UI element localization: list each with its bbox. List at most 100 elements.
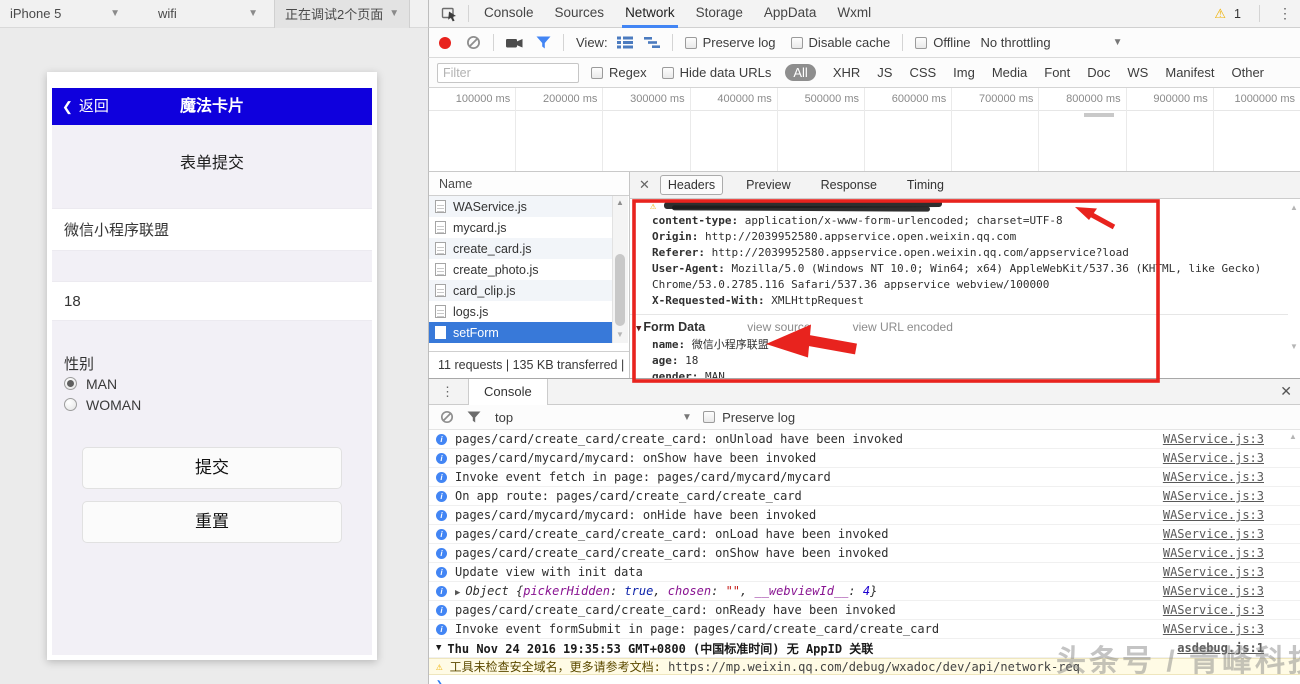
filter-icon[interactable] [536,36,551,49]
close-icon[interactable]: ✕ [1280,383,1292,400]
age-input[interactable]: 18 [52,281,372,321]
filter-type-img[interactable]: Img [953,65,975,80]
source-link[interactable]: WAService.js:3 [1163,546,1264,560]
submit-button[interactable]: 提交 [82,447,342,489]
tab-appdata[interactable]: AppData [761,0,820,28]
screenshot-capture-icon[interactable] [506,36,523,50]
execution-context-select[interactable]: top [495,410,513,425]
preserve-log-checkbox[interactable] [684,36,697,49]
view-url-encoded-link[interactable]: view URL encoded [853,319,953,335]
console-info-row[interactable]: i pages/card/create_card/create_card: onS… [429,544,1300,563]
view-source-link[interactable]: view source [747,319,810,335]
details-tab-timing[interactable]: Timing [900,176,951,194]
regex-checkbox[interactable] [591,66,603,79]
source-link[interactable]: WAService.js:3 [1163,527,1264,541]
scroll-up-icon[interactable]: ▲ [1290,203,1298,212]
radio-button[interactable] [64,398,77,411]
hide-data-urls-checkbox[interactable] [661,66,674,79]
tab-wxml[interactable]: Wxml [834,0,874,28]
console-info-row[interactable]: i Update view with init data WAService.js:… [429,563,1300,582]
details-tab-preview[interactable]: Preview [739,176,797,194]
request-row[interactable]: WAService.js [429,196,615,217]
offline-checkbox[interactable] [915,36,928,49]
view-list-icon[interactable] [616,36,633,49]
filter-type-other[interactable]: Other [1232,65,1265,80]
warning-doc-link[interactable]: https://mp.weixin.qq.com/debug/wxadoc/de… [668,660,1080,674]
tab-network[interactable]: Network [622,0,678,28]
scroll-up-icon[interactable]: ▲ [1289,432,1297,441]
name-input[interactable]: 微信小程序联盟 [52,208,372,251]
filter-input[interactable] [437,62,579,83]
source-link[interactable]: WAService.js:3 [1163,508,1264,522]
scrollbar-thumb[interactable] [615,254,625,326]
warning-icon[interactable]: ⚠ [1214,6,1226,22]
disable-cache-checkbox[interactable] [790,36,803,49]
console-prompt-icon[interactable]: ❯ [436,677,443,684]
reset-button[interactable]: 重置 [82,501,342,543]
filter-type-css[interactable]: CSS [909,65,936,80]
console-info-row[interactable]: i pages/card/mycard/mycard: onShow have b… [429,449,1300,468]
request-row[interactable]: create_photo.js [429,259,615,280]
filter-type-all[interactable]: All [785,64,816,81]
filter-type-manifest[interactable]: Manifest [1165,65,1214,80]
console-info-row[interactable]: i pages/card/create_card/create_card: onU… [429,430,1300,449]
radio-button[interactable] [64,377,77,390]
details-tab-response[interactable]: Response [814,176,884,194]
console-info-row[interactable]: i On app route: pages/card/create_card/cr… [429,487,1300,506]
scrollbar[interactable]: ▲ ▼ [1288,201,1300,351]
filter-type-ws[interactable]: WS [1127,65,1148,80]
source-link[interactable]: WAService.js:3 [1163,565,1264,579]
gender-option-woman[interactable]: WOMAN [64,394,141,415]
scroll-up-icon[interactable]: ▲ [616,198,624,207]
source-link[interactable]: WAService.js:3 [1163,603,1264,617]
drawer-menu-icon[interactable]: ⋮ [441,384,454,400]
scroll-down-icon[interactable]: ▼ [1290,342,1298,351]
request-row[interactable]: logs.js [429,301,615,322]
clear-console-icon[interactable] [440,410,454,424]
expand-triangle-icon[interactable]: ▶ [455,588,460,598]
source-link[interactable]: WAService.js:3 [1163,470,1264,484]
request-row[interactable]: card_clip.js [429,280,615,301]
device-select[interactable]: iPhone 5 ▼ [0,0,130,28]
network-overview-timeline[interactable]: 100000 ms 200000 ms 300000 ms 400000 ms 5000… [428,88,1300,172]
source-link[interactable]: WAService.js:3 [1163,432,1264,446]
console-info-row[interactable]: i pages/card/mycard/mycard: onHide have b… [429,506,1300,525]
source-link[interactable]: WAService.js:3 [1163,489,1264,503]
tab-storage[interactable]: Storage [693,0,746,28]
debug-pages-select[interactable]: 正在调试2个页面 ▼ [274,0,411,28]
collapse-triangle-icon[interactable]: ▼ [436,643,441,653]
console-preserve-log-checkbox[interactable] [703,411,716,423]
gender-option-man[interactable]: MAN [64,373,141,394]
close-icon[interactable]: ✕ [639,177,650,193]
filter-type-xhr[interactable]: XHR [833,65,860,80]
source-link[interactable]: WAService.js:3 [1163,584,1264,598]
view-waterfall-icon[interactable] [643,36,660,49]
console-info-row[interactable]: i pages/card/create_card/create_card: onR… [429,601,1300,620]
source-link[interactable]: WAService.js:3 [1163,451,1264,465]
network-type-select[interactable]: wifi ▼ [148,0,268,28]
throttling-select[interactable]: No throttling [981,35,1051,50]
filter-type-js[interactable]: JS [877,65,892,80]
details-tab-headers[interactable]: Headers [659,175,724,195]
filter-type-doc[interactable]: Doc [1087,65,1110,80]
source-link[interactable]: WAService.js:3 [1163,622,1264,636]
column-header-name[interactable]: Name [429,172,629,196]
request-row[interactable]: mycard.js [429,217,615,238]
scrollbar[interactable]: ▲ ▼ [612,196,628,343]
console-info-row[interactable]: i pages/card/create_card/create_card: onL… [429,525,1300,544]
overflow-menu-icon[interactable]: ⋮ [1278,5,1292,22]
clear-icon[interactable] [466,35,481,50]
triangle-down-icon[interactable]: ▼ [636,321,641,337]
scroll-down-icon[interactable]: ▼ [616,330,624,339]
tab-sources[interactable]: Sources [552,0,608,28]
console-info-row[interactable]: i Invoke event fetch in page: pages/card/… [429,468,1300,487]
filter-type-media[interactable]: Media [992,65,1027,80]
tab-console[interactable]: Console [481,0,537,28]
inspect-element-icon[interactable] [441,5,458,22]
request-row[interactable]: setForm [429,322,615,343]
scrollbar[interactable]: ▲ [1287,432,1299,662]
console-object-row[interactable]: i ▶ Object {pickerHidden: true, chosen: ""… [429,582,1300,601]
record-button[interactable] [439,36,451,49]
console-filter-icon[interactable] [467,411,481,423]
filter-type-font[interactable]: Font [1044,65,1070,80]
